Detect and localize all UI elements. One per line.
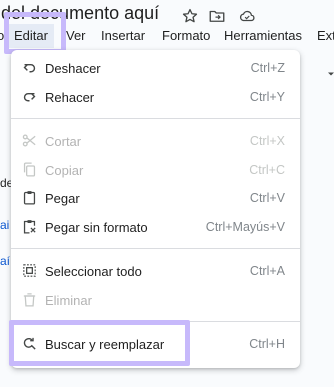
menu-item-label: Eliminar [45,293,92,308]
menu-item-shortcut: Ctrl+C [249,163,285,177]
menu-ver[interactable]: Ver [66,28,86,43]
move-to-folder-icon[interactable] [208,7,226,25]
menu-item-redo[interactable]: Rehacer Ctrl+Y [11,83,300,111]
menu-formato[interactable]: Formato [162,28,210,43]
menu-item-paste-plain[interactable]: Pegar sin formato Ctrl+Mayús+V [11,213,300,241]
scissors-icon [21,132,38,149]
menu-archivo-fragment[interactable]: o [0,28,4,43]
menu-item-label: Seleccionar todo [45,264,142,279]
menu-item-label: Pegar sin formato [45,220,148,235]
find-replace-icon [21,335,38,352]
menu-item-cut[interactable]: Cortar Ctrl+X [11,127,300,155]
menu-item-label: Copiar [45,163,84,178]
undo-icon [21,59,38,76]
doc-fragment: aí [0,254,11,268]
menu-insertar[interactable]: Insertar [101,28,145,43]
menu-item-copy[interactable]: Copiar Ctrl+C [11,156,300,184]
menu-extensiones-fragment[interactable]: Ext [317,28,334,43]
edit-menu-dropdown: Deshacer Ctrl+Z Rehacer Ctrl+Y Cortar Ct… [11,50,300,368]
menubar: o Editar Ver Insertar Formato Herramient… [0,24,334,48]
menu-item-shortcut: Ctrl+V [249,191,285,205]
copy-icon [21,161,38,178]
paste-plain-icon [21,218,38,235]
menu-item-paste[interactable]: Pegar Ctrl+V [11,184,300,212]
trash-icon [21,291,38,308]
menu-item-delete[interactable]: Eliminar [11,286,300,314]
menu-divider [11,118,300,119]
document-title[interactable]: o del documento aquí [0,3,159,24]
menu-item-shortcut: Ctrl+Y [249,90,285,104]
menu-divider [11,321,300,322]
menu-item-label: Buscar y reemplazar [45,337,165,352]
menu-item-undo[interactable]: Deshacer Ctrl+Z [11,54,300,82]
menu-herramientas[interactable]: Herramientas [224,28,302,43]
cloud-status-icon[interactable] [238,7,256,25]
menu-item-shortcut: Ctrl+X [249,134,285,148]
doc-fragment: ai [0,218,10,232]
menu-item-shortcut: Ctrl+H [249,337,285,351]
menu-item-shortcut: Ctrl+A [249,264,285,278]
clipboard-icon [21,189,38,206]
menu-item-label: Rehacer [45,90,95,105]
menu-item-label: Deshacer [45,61,101,76]
docs-window: o del documento aquí o Editar Ver Insert… [0,0,334,387]
menu-item-select-all[interactable]: Seleccionar todo Ctrl+A [11,257,300,285]
menu-item-find-replace[interactable]: Buscar y reemplazar Ctrl+H [11,330,300,358]
menu-item-label: Pegar [45,191,80,206]
select-all-icon [21,262,38,279]
menu-editar[interactable]: Editar [8,24,54,48]
menu-item-label: Cortar [45,134,82,149]
redo-icon [21,88,38,105]
menu-item-shortcut: Ctrl+Mayús+V [205,220,285,234]
menu-item-shortcut: Ctrl+Z [250,61,285,75]
chevron-down-icon[interactable] [326,66,334,76]
menu-divider [11,248,300,249]
star-icon[interactable] [181,7,199,25]
